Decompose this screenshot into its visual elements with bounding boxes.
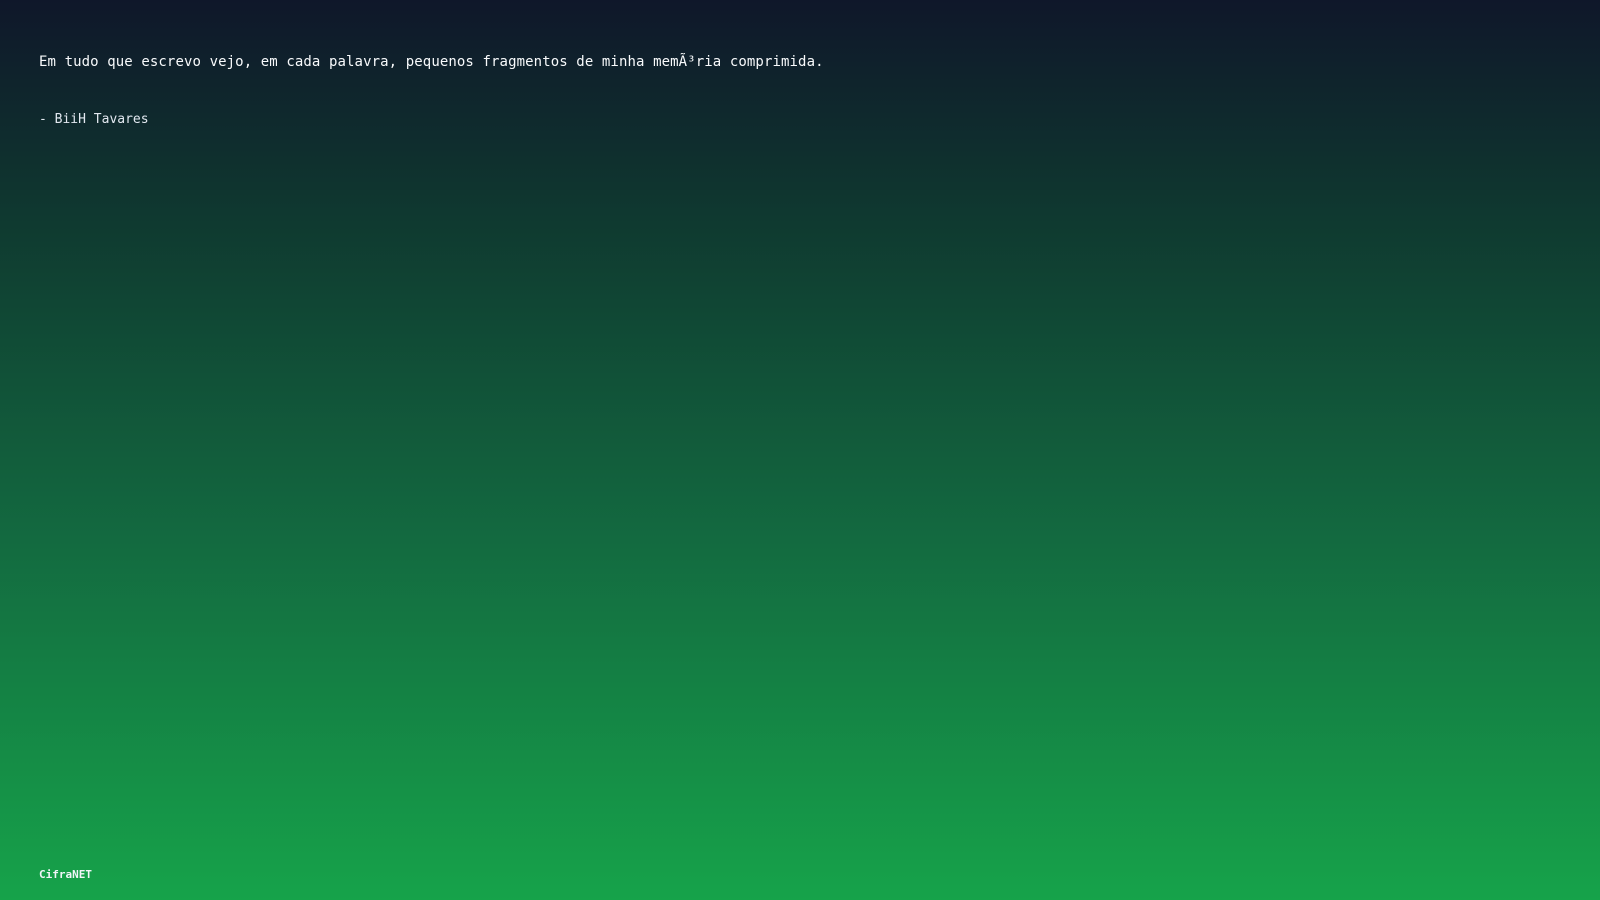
quote-author: - BiiH Tavares (39, 112, 149, 127)
brand-label: CifraNET (39, 868, 92, 881)
quote-text: Em tudo que escrevo vejo, em cada palavr… (39, 54, 824, 70)
